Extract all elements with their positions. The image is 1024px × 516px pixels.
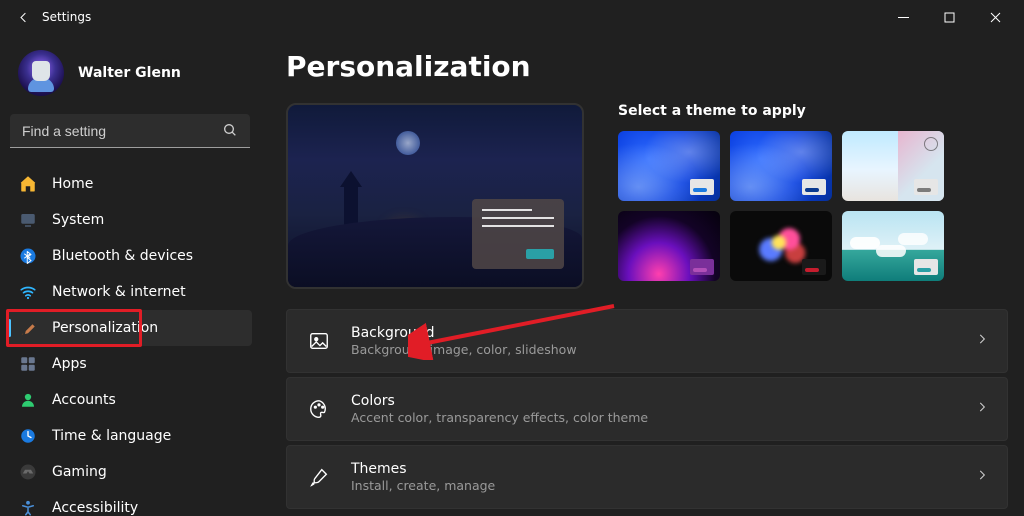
setting-colors[interactable]: Colors Accent color, transparency effect… xyxy=(286,377,1008,441)
window-controls xyxy=(880,0,1018,34)
chevron-right-icon xyxy=(975,332,989,350)
search-icon xyxy=(222,122,238,142)
sidebar-item-label: Bluetooth & devices xyxy=(52,248,193,264)
person-icon xyxy=(18,390,38,410)
sidebar-item-gaming[interactable]: Gaming xyxy=(8,454,252,490)
brush-icon xyxy=(305,463,333,491)
search-box[interactable] xyxy=(10,114,250,148)
wifi-icon xyxy=(18,282,38,302)
gamepad-icon xyxy=(18,462,38,482)
account-header[interactable]: Walter Glenn xyxy=(8,44,252,114)
overview-row: Select a theme to apply xyxy=(286,103,1008,289)
titlebar: Settings xyxy=(0,0,1024,34)
settings-list: Background Background image, color, slid… xyxy=(286,309,1008,509)
paintbrush-icon xyxy=(18,318,38,338)
maximize-button[interactable] xyxy=(926,0,972,34)
minimize-button[interactable] xyxy=(880,0,926,34)
theme-thumbnail[interactable] xyxy=(842,211,944,281)
theme-thumbnail[interactable] xyxy=(842,131,944,201)
themes-section: Select a theme to apply xyxy=(618,103,1008,289)
setting-subtitle: Accent color, transparency effects, colo… xyxy=(351,410,648,425)
system-icon xyxy=(18,210,38,230)
sidebar-nav: Home System Bluetooth & devices Network … xyxy=(8,166,252,516)
sidebar-item-label: Accessibility xyxy=(52,500,138,516)
sidebar-item-time[interactable]: Time & language xyxy=(8,418,252,454)
sidebar-item-bluetooth[interactable]: Bluetooth & devices xyxy=(8,238,252,274)
sidebar-item-label: Network & internet xyxy=(52,284,186,300)
sidebar-item-label: Personalization xyxy=(52,320,158,336)
sidebar-item-apps[interactable]: Apps xyxy=(8,346,252,382)
theme-grid xyxy=(618,131,1008,281)
setting-subtitle: Background image, color, slideshow xyxy=(351,342,577,357)
sidebar-item-network[interactable]: Network & internet xyxy=(8,274,252,310)
chevron-right-icon xyxy=(975,400,989,418)
sidebar-item-label: Time & language xyxy=(52,428,171,444)
chevron-right-icon xyxy=(975,468,989,486)
themes-heading: Select a theme to apply xyxy=(618,103,1008,119)
search-input[interactable] xyxy=(10,114,250,147)
theme-thumbnail[interactable] xyxy=(618,131,720,201)
accessibility-icon xyxy=(18,498,38,516)
sidebar-item-accounts[interactable]: Accounts xyxy=(8,382,252,418)
sidebar: Walter Glenn Home System xyxy=(0,34,260,516)
sidebar-item-label: System xyxy=(52,212,104,228)
setting-title: Colors xyxy=(351,393,648,409)
palette-icon xyxy=(305,395,333,423)
setting-title: Background xyxy=(351,325,577,341)
sidebar-item-label: Gaming xyxy=(52,464,107,480)
page-title: Personalization xyxy=(286,50,1008,83)
theme-thumbnail[interactable] xyxy=(730,131,832,201)
sidebar-item-label: Home xyxy=(52,176,93,192)
main-content: Personalization Select a theme to apply xyxy=(260,34,1024,516)
sidebar-item-personalization[interactable]: Personalization xyxy=(8,310,252,346)
setting-themes[interactable]: Themes Install, create, manage xyxy=(286,445,1008,509)
close-button[interactable] xyxy=(972,0,1018,34)
sidebar-item-home[interactable]: Home xyxy=(8,166,252,202)
account-name: Walter Glenn xyxy=(78,65,181,81)
back-button[interactable] xyxy=(6,0,40,34)
sidebar-item-accessibility[interactable]: Accessibility xyxy=(8,490,252,516)
sidebar-item-system[interactable]: System xyxy=(8,202,252,238)
setting-title: Themes xyxy=(351,461,495,477)
avatar xyxy=(18,50,64,96)
apps-icon xyxy=(18,354,38,374)
setting-subtitle: Install, create, manage xyxy=(351,478,495,493)
bluetooth-icon xyxy=(18,246,38,266)
theme-thumbnail[interactable] xyxy=(618,211,720,281)
setting-background[interactable]: Background Background image, color, slid… xyxy=(286,309,1008,373)
picture-icon xyxy=(305,327,333,355)
clock-globe-icon xyxy=(18,426,38,446)
sidebar-item-label: Apps xyxy=(52,356,87,372)
window-title: Settings xyxy=(42,10,91,24)
theme-thumbnail[interactable] xyxy=(730,211,832,281)
desktop-preview[interactable] xyxy=(286,103,584,289)
home-icon xyxy=(18,174,38,194)
sidebar-item-label: Accounts xyxy=(52,392,116,408)
